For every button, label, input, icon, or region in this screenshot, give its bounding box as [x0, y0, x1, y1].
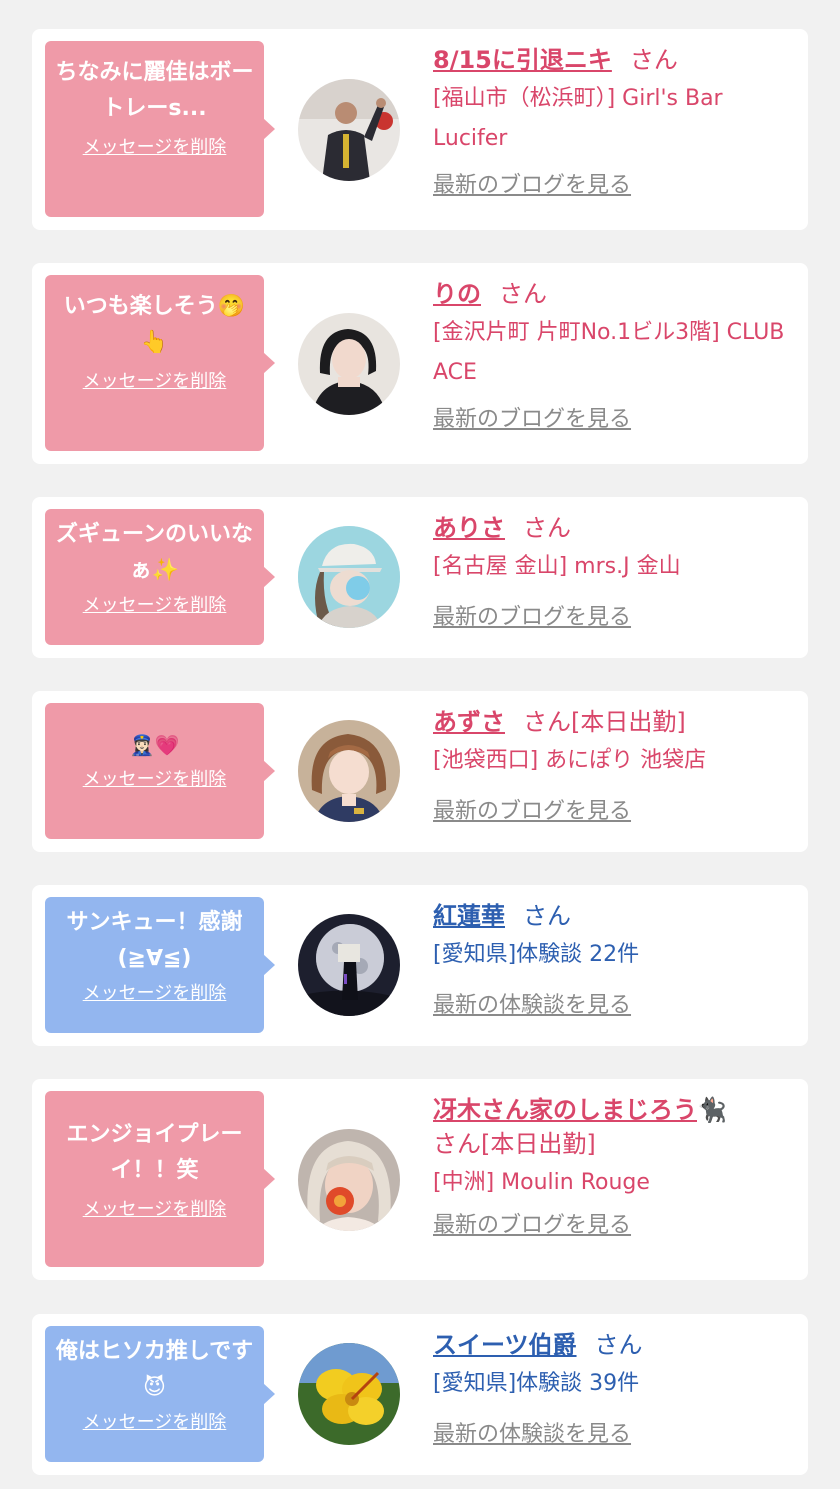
honorific: さん — [523, 514, 571, 542]
avatar[interactable] — [298, 313, 400, 415]
delete-message-link[interactable]: メッセージを削除 — [53, 1195, 256, 1221]
shop-info: [池袋西口] あにぽり 池袋店 — [433, 748, 707, 773]
sender-info: 冴木さん家のしまじろう🐈‍⬛ さん[本日出勤] [中洲] Moulin Roug… — [433, 1093, 790, 1239]
message-list: ちなみに麗佳はボートレーs... メッセージを削除 8/15に引退ニキ さん [福… — [0, 0, 840, 1489]
sender-name-link[interactable]: りの — [433, 280, 481, 308]
sender-name-link[interactable]: あずさ — [433, 708, 505, 736]
message-bubble: 👮🏻‍♀️💗 メッセージを削除 — [45, 703, 275, 839]
shop-info: [中洲] Moulin Rouge — [433, 1170, 650, 1195]
devil-emoji-icon: 😈 — [143, 1375, 166, 1400]
sender-name-link[interactable]: スイーツ伯爵 — [433, 1331, 577, 1359]
honorific: さん — [594, 1331, 643, 1359]
avatar[interactable] — [298, 720, 400, 822]
latest-blog-link[interactable]: 最新のブログを見る — [433, 1207, 631, 1239]
message-bubble: ちなみに麗佳はボートレーs... メッセージを削除 — [45, 41, 275, 217]
message-bubble: サンキュー！感謝(≧∀≦) メッセージを削除 — [45, 897, 275, 1033]
delete-message-link[interactable]: メッセージを削除 — [53, 979, 256, 1005]
honorific: さん — [523, 902, 571, 930]
latest-blog-link[interactable]: 最新のブログを見る — [433, 599, 631, 631]
avatar[interactable] — [298, 1343, 400, 1445]
sender-info: スイーツ伯爵 さん [愛知県]体験談 39件 最新の体験談を見る — [433, 1328, 790, 1448]
honorific: さん — [629, 46, 678, 74]
avatar[interactable] — [298, 79, 400, 181]
sender-info: 紅蓮華 さん [愛知県]体験談 22件 最新の体験談を見る — [433, 899, 790, 1019]
message-bubble: 俺はヒソカ推しです😈 メッセージを削除 — [45, 1326, 275, 1462]
message-text: いつも楽しそう🤭👆 — [63, 294, 246, 355]
sender-info: ありさ さん [名古屋 金山] mrs.J 金山 最新のブログを見る — [433, 511, 790, 631]
message-text: ズギューンのいいなぁ✨ — [56, 522, 253, 583]
honorific: さん[本日出勤] — [433, 1130, 596, 1158]
shop-info: [愛知県]体験談 39件 — [433, 1371, 640, 1396]
avatar[interactable] — [298, 526, 400, 628]
message-text: 👮🏻‍♀️💗 — [53, 703, 256, 763]
message-bubble: エンジョイプレーイ！！笑 メッセージを削除 — [45, 1091, 275, 1267]
message-text: ちなみに麗佳はボートレーs... — [55, 60, 254, 121]
sender-name-link[interactable]: 紅蓮華 — [433, 902, 505, 930]
delete-message-link[interactable]: メッセージを削除 — [53, 1408, 256, 1434]
message-text: 俺はヒソカ推しです😈 — [55, 1339, 254, 1400]
avatar[interactable] — [298, 1129, 400, 1231]
delete-message-link[interactable]: メッセージを削除 — [53, 765, 256, 791]
message-card: ズギューンのいいなぁ✨ メッセージを削除 ありさ さん [名古屋 金山] mrs.… — [32, 497, 808, 658]
delete-message-link[interactable]: メッセージを削除 — [53, 591, 256, 617]
shop-info: [金沢片町 片町No.1ビル3階] CLUB ACE — [433, 320, 785, 385]
sender-info: りの さん [金沢片町 片町No.1ビル3階] CLUB ACE 最新のブログを見… — [433, 277, 790, 433]
delete-message-link[interactable]: メッセージを削除 — [53, 367, 256, 393]
sender-info: 8/15に引退ニキ さん [福山市（松浜町）] Girl's Bar Lucife… — [433, 43, 790, 199]
latest-blog-link[interactable]: 最新のブログを見る — [433, 167, 631, 199]
shop-info: [名古屋 金山] mrs.J 金山 — [433, 554, 681, 579]
message-bubble: ズギューンのいいなぁ✨ メッセージを削除 — [45, 509, 275, 645]
message-bubble: いつも楽しそう🤭👆 メッセージを削除 — [45, 275, 275, 451]
sparkle-icon: ✨ — [151, 558, 180, 583]
honorific: さん[本日出勤] — [523, 708, 686, 736]
shop-info: [愛知県]体験談 22件 — [433, 942, 640, 967]
black-cat-icon: 🐈‍⬛ — [697, 1096, 727, 1124]
message-text: エンジョイプレーイ！！笑 — [66, 1122, 243, 1183]
police-officer-heart-icon: 👮🏻‍♀️💗 — [129, 733, 180, 757]
message-text: サンキュー！感謝(≧∀≦) — [66, 910, 243, 971]
sender-name-link[interactable]: 冴木さん家のしまじろう — [433, 1096, 697, 1124]
message-card: エンジョイプレーイ！！笑 メッセージを削除 冴木さん家のしまじろう🐈‍⬛ さん[… — [32, 1079, 808, 1280]
sender-info: あずさ さん[本日出勤] [池袋西口] あにぽり 池袋店 最新のブログを見る — [433, 705, 790, 825]
message-card: 俺はヒソカ推しです😈 メッセージを削除 スイーツ伯爵 さん [愛知県]体験談 39… — [32, 1314, 808, 1475]
avatar[interactable] — [298, 914, 400, 1016]
message-card: いつも楽しそう🤭👆 メッセージを削除 りの さん [金沢片町 片町No.1ビル3階… — [32, 263, 808, 464]
delete-message-link[interactable]: メッセージを削除 — [53, 133, 256, 159]
sender-name-link[interactable]: 8/15に引退ニキ — [433, 46, 612, 74]
latest-review-link[interactable]: 最新の体験談を見る — [433, 1416, 631, 1448]
shop-info: [福山市（松浜町）] Girl's Bar Lucifer — [433, 86, 723, 151]
message-card: 👮🏻‍♀️💗 メッセージを削除 あずさ さん[本日出勤] [池袋西口] あにぽり … — [32, 691, 808, 852]
message-card: サンキュー！感謝(≧∀≦) メッセージを削除 紅蓮華 さん [愛知県]体験談 22… — [32, 885, 808, 1046]
latest-review-link[interactable]: 最新の体験談を見る — [433, 987, 631, 1019]
honorific: さん — [499, 280, 547, 308]
latest-blog-link[interactable]: 最新のブログを見る — [433, 793, 631, 825]
message-card: ちなみに麗佳はボートレーs... メッセージを削除 8/15に引退ニキ さん [福… — [32, 29, 808, 230]
latest-blog-link[interactable]: 最新のブログを見る — [433, 401, 631, 433]
sender-name-link[interactable]: ありさ — [433, 514, 505, 542]
